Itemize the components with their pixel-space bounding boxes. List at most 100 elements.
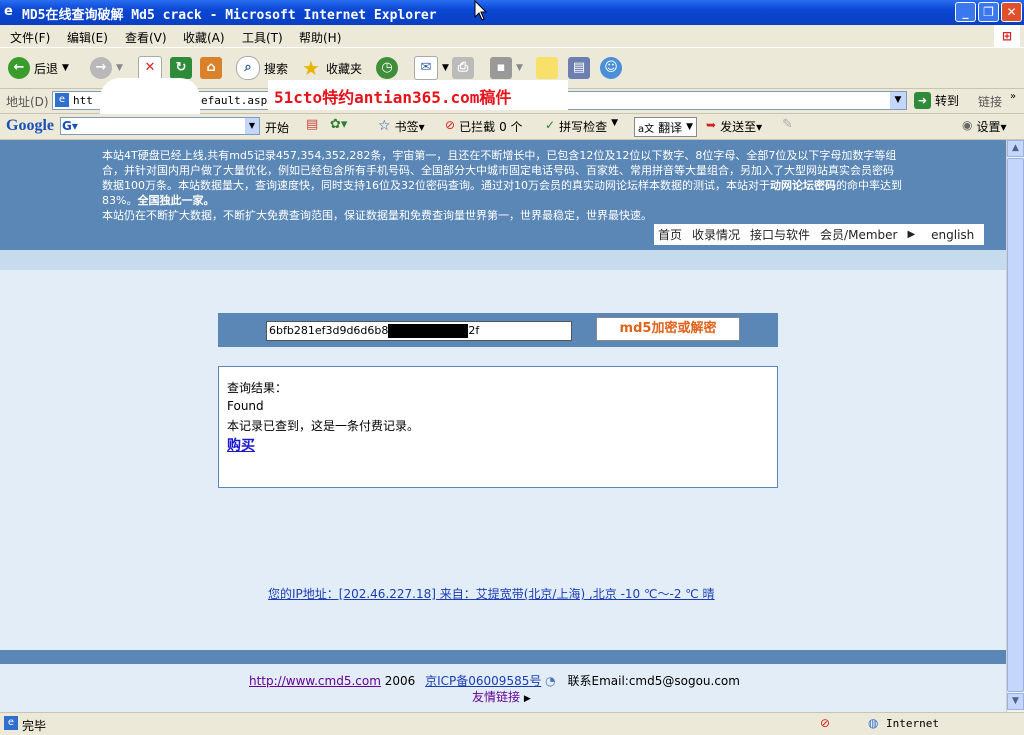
research-icon: ▤: [568, 57, 590, 79]
menu-file[interactable]: 文件(F): [10, 29, 50, 46]
nav-api[interactable]: 接口与软件: [750, 226, 810, 243]
query-panel: 6bfb281ef3d9d6d6b8 2f md5加密或解密: [218, 313, 778, 347]
news-icon[interactable]: ▤: [306, 117, 318, 132]
spellcheck-button[interactable]: ✓ 拼写检查 ▼: [545, 118, 618, 135]
mouse-cursor-icon: [474, 0, 488, 21]
menu-view[interactable]: 查看(V): [125, 29, 167, 46]
stop-button[interactable]: ✕: [138, 56, 162, 80]
messenger-button[interactable]: ☺: [600, 56, 622, 80]
nav-records[interactable]: 收录情况: [692, 226, 740, 243]
home-button[interactable]: ⌂: [200, 56, 222, 80]
window-title: MD5在线查询破解 Md5 crack - Microsoft Internet…: [22, 8, 437, 23]
hash-suffix: 2f: [468, 324, 480, 337]
go-button[interactable]: ➜ 转到: [914, 92, 959, 109]
footer: http://www.cmd5.com 2006 京ICP备06009585号 …: [0, 664, 1006, 712]
hash-input[interactable]: 6bfb281ef3d9d6d6b8 2f: [266, 321, 572, 341]
privacy-icon[interactable]: ⊘: [820, 716, 830, 730]
status-text: 完毕: [22, 719, 47, 733]
menu-tools[interactable]: 工具(T): [242, 29, 283, 46]
scroll-thumb[interactable]: [1007, 158, 1024, 692]
spellcheck-label: 拼写检查: [559, 120, 608, 134]
status-bar: e 完毕 ⊘ ◍ Internet: [0, 712, 1024, 735]
mail-button[interactable]: ✉ ▼: [414, 56, 449, 80]
hash-redaction: [388, 324, 469, 338]
menu-favorites[interactable]: 收藏(A): [183, 29, 225, 46]
back-button[interactable]: ← 后退 ▼: [8, 56, 69, 80]
close-button[interactable]: ✕: [1001, 2, 1022, 22]
site-banner: 本站4T硬盘已经上线,共有md5记录457,354,352,282条，宇宙第一，…: [0, 140, 1006, 250]
google-logo: Google: [6, 117, 54, 134]
address-label: 地址(D): [6, 95, 49, 109]
nav-member[interactable]: 会员/Member: [820, 226, 897, 243]
sendto-button[interactable]: ➥ 发送至▾: [706, 118, 762, 135]
chevron-down-icon: ▼: [442, 63, 449, 73]
buy-link[interactable]: 购买: [227, 438, 255, 454]
friends-label: 友情链接: [472, 690, 521, 704]
google-search-input[interactable]: G▾ ▼: [60, 117, 260, 135]
maximize-button[interactable]: ❐: [978, 2, 999, 22]
menu-edit[interactable]: 编辑(E): [67, 29, 108, 46]
bookmarks-button[interactable]: ☆ 书签▾: [378, 118, 425, 135]
encrypt-decrypt-button[interactable]: md5加密或解密: [596, 317, 740, 341]
forward-arrow-icon: →: [90, 57, 112, 79]
refresh-icon: ↻: [170, 57, 192, 79]
google-start-button[interactable]: 开始: [265, 119, 289, 136]
edit-button[interactable]: ▪ ▼: [490, 56, 523, 80]
spellcheck-icon: ✓: [545, 118, 556, 132]
zone-label: Internet: [886, 717, 939, 730]
site-link[interactable]: http://www.cmd5.com: [249, 674, 381, 688]
print-button[interactable]: ⎙: [452, 56, 474, 80]
footer-year: 2006: [384, 674, 416, 688]
menu-help[interactable]: 帮助(H): [299, 29, 341, 46]
history-button[interactable]: ◷: [376, 56, 398, 80]
highlight-icon[interactable]: ✎: [782, 117, 793, 132]
research-button[interactable]: ▤: [568, 56, 590, 80]
page-icon: e: [55, 93, 69, 107]
note-button[interactable]: [536, 56, 558, 80]
star-icon: ★: [302, 56, 320, 80]
google-toolbar: Google G▾ ▼ 开始 ▤ ✿▾ ☆ 书签▾ ⊘ 已拦截 0 个 ✓ 拼写…: [0, 114, 1024, 140]
search-button[interactable]: ⌕ 搜索: [236, 56, 288, 80]
links-label[interactable]: 链接: [978, 93, 1002, 110]
pie-icon: ◔: [545, 674, 556, 688]
settings-button[interactable]: ◉ 设置▾: [962, 118, 1007, 135]
sendto-label: 发送至▾: [720, 120, 763, 134]
stop-icon: ✕: [138, 56, 162, 80]
chevron-down-icon[interactable]: ▼: [245, 118, 259, 134]
banner-text: 本站4T硬盘已经上线,共有md5记录457,354,352,282条，宇宙第一，…: [102, 148, 902, 223]
ip-info[interactable]: 您的IP地址：[202.46.227.18] 来自：艾提宽带(北京/上海) ,北…: [268, 585, 715, 602]
nav-english[interactable]: english: [931, 228, 974, 242]
chevron-right-icon[interactable]: »: [1010, 91, 1016, 102]
vertical-scrollbar[interactable]: ▲ ▼: [1006, 140, 1024, 712]
arrow-right-icon: ▶: [523, 694, 531, 704]
address-dropdown-icon[interactable]: ▼: [890, 92, 906, 109]
blocked-label: 已拦截: [459, 120, 496, 134]
popup-blocker-button[interactable]: ⊘ 已拦截 0 个: [445, 118, 523, 135]
favorites-button[interactable]: ★ 收藏夹: [300, 56, 362, 80]
divider-strip: [0, 250, 1006, 270]
translate-button[interactable]: a文 翻译 ▼: [634, 117, 698, 137]
url-start: htt: [73, 94, 93, 107]
windows-flag-icon: ⊞: [994, 25, 1020, 47]
site-nav: 首页 收录情况 接口与软件 会员/Member ▶ english: [654, 224, 984, 245]
chevron-down-icon: ▼: [686, 122, 694, 132]
go-arrow-icon: ➜: [914, 92, 931, 109]
page-content: 本站4T硬盘已经上线,共有md5记录457,354,352,282条，宇宙第一，…: [0, 140, 1006, 712]
pagerank-icon[interactable]: ✿▾: [330, 117, 347, 132]
minimize-button[interactable]: _: [955, 2, 976, 22]
bookmarks-label: 书签▾: [394, 120, 425, 134]
messenger-icon: ☺: [600, 57, 622, 79]
friends-links[interactable]: 友情链接 ▶: [472, 688, 531, 705]
search-label: 搜索: [264, 61, 289, 76]
scroll-up-icon[interactable]: ▲: [1007, 140, 1024, 157]
favorites-label: 收藏夹: [326, 61, 363, 76]
translate-icon: a文: [638, 123, 655, 135]
result-heading: 查询结果：: [227, 381, 288, 395]
refresh-button[interactable]: ↻: [170, 56, 192, 80]
icp-link[interactable]: 京ICP备06009585号: [425, 674, 541, 688]
forward-button[interactable]: → ▼: [90, 56, 123, 80]
page-done-icon: e: [4, 716, 18, 730]
nav-home[interactable]: 首页: [658, 226, 682, 243]
translate-label: 翻译: [658, 120, 683, 135]
scroll-down-icon[interactable]: ▼: [1007, 693, 1024, 710]
